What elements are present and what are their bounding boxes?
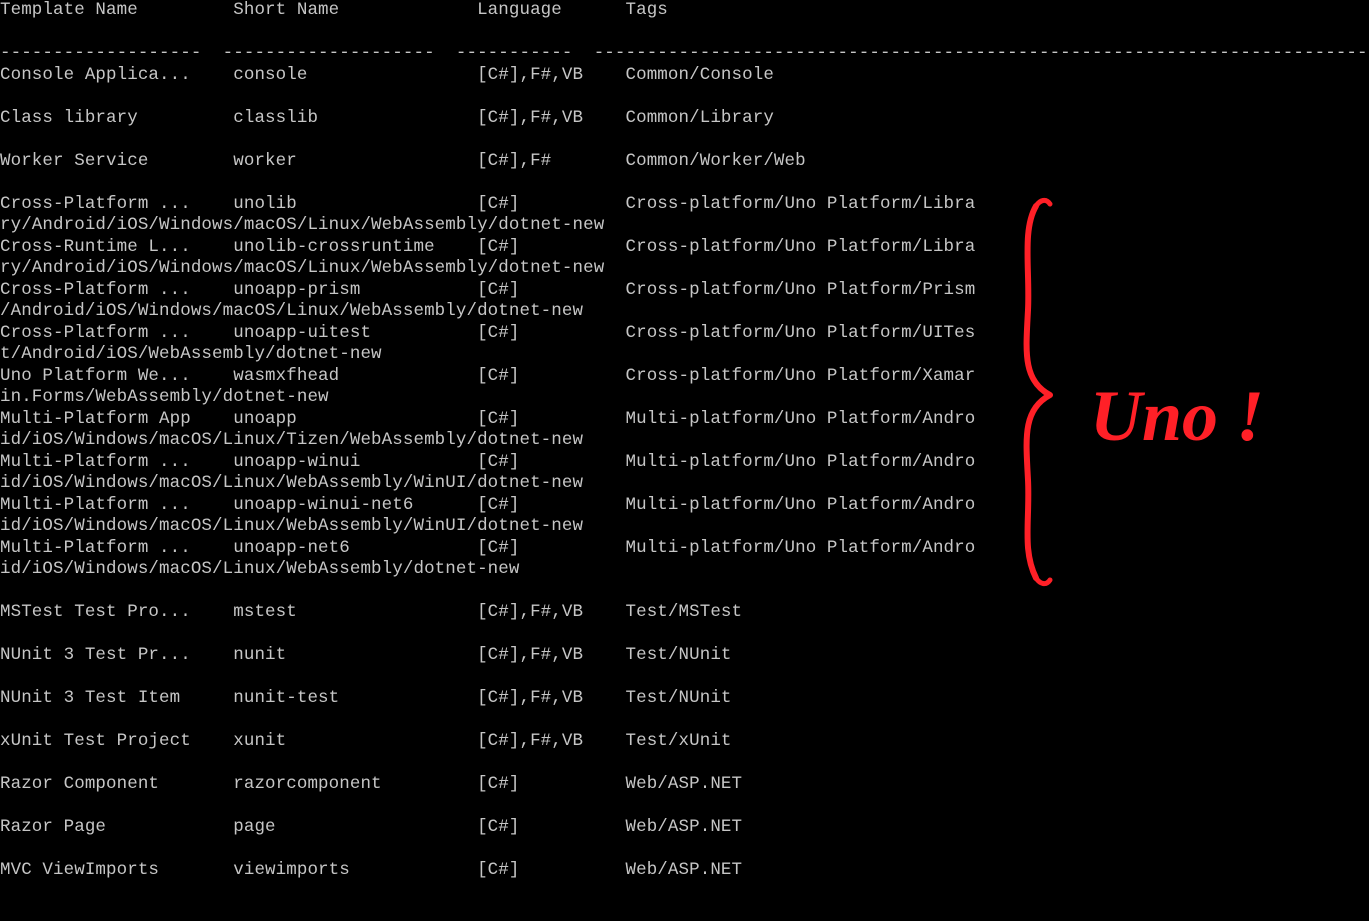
- terminal-output: Template Name Short Name Language Tags -…: [0, 0, 1369, 903]
